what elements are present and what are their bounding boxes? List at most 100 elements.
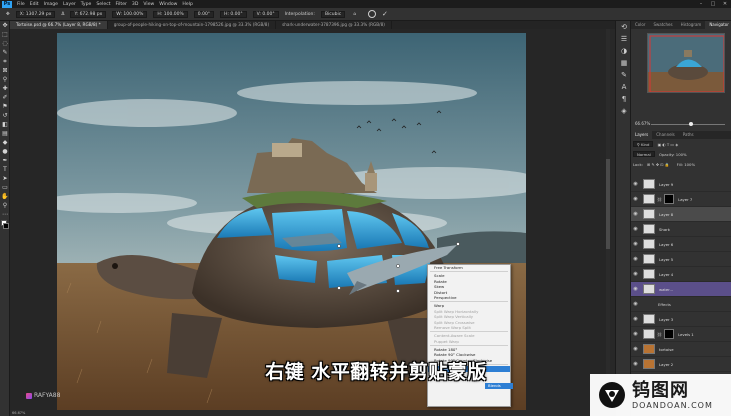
quick-select-tool-icon[interactable]: ✎ — [0, 48, 10, 57]
close-icon[interactable]: ✕ — [719, 0, 731, 8]
lock-icons[interactable]: ⊞ ✎ ✥ ⊡ 🔒 — [647, 162, 669, 167]
lasso-tool-icon[interactable]: ◌ — [0, 39, 10, 48]
skew-v-field[interactable]: V: 0.00° — [252, 10, 279, 18]
hand-tool-icon[interactable]: ✋ — [0, 192, 10, 201]
menu-3d[interactable]: 3D — [132, 2, 138, 7]
brush-settings-icon[interactable]: ✎ — [616, 69, 632, 81]
layer-row[interactable]: ◉ Layer 6 — [631, 237, 731, 252]
fill-field[interactable]: Fill: 100% — [677, 162, 695, 167]
type-tool-icon[interactable]: T — [0, 165, 10, 174]
opacity-field[interactable]: Opacity: 100% — [659, 152, 687, 157]
visibility-eye-icon[interactable]: ◉ — [631, 301, 640, 307]
menu-image[interactable]: Image — [44, 2, 58, 7]
layer-mask-thumbnail[interactable] — [664, 194, 675, 204]
layer-row[interactable]: ◉ Layer 5 — [631, 252, 731, 267]
layer-row[interactable]: ◉ ⛓ Levels 1 — [631, 327, 731, 342]
delta-toggle[interactable]: Δ — [61, 12, 64, 17]
rotate-field[interactable]: 0.00° — [193, 10, 215, 18]
visibility-eye-icon[interactable]: ◉ — [631, 331, 640, 337]
zoom-slider-track[interactable] — [651, 123, 725, 125]
layer-row[interactable]: ◉ Layer 8 — [631, 207, 731, 222]
visibility-eye-icon[interactable]: ◉ — [631, 256, 640, 262]
layer-row[interactable]: ◉ Layer 2 — [631, 357, 731, 372]
scrollbar-thumb[interactable] — [606, 159, 610, 249]
skew-h-field[interactable]: H: 0.00° — [220, 10, 247, 18]
layer-row[interactable]: ◉ Layer 3 — [631, 312, 731, 327]
filter-icons[interactable]: ▣ ◐ T ▭ ◈ — [658, 142, 679, 147]
frame-tool-icon[interactable]: ⊠ — [0, 66, 10, 75]
zoom-tool-icon[interactable]: ⚲ — [0, 201, 10, 210]
visibility-eye-icon[interactable]: ◉ — [631, 226, 640, 232]
glyphs-icon[interactable]: ◈ — [616, 105, 632, 117]
zoom-slider-knob[interactable] — [689, 121, 693, 126]
libraries-icon[interactable]: ▦ — [616, 57, 632, 69]
eyedropper-tool-icon[interactable]: ⚲ — [0, 75, 10, 84]
healing-tool-icon[interactable]: ✚ — [0, 84, 10, 93]
layer-row[interactable]: ◉ Layer 9 — [631, 177, 731, 192]
visibility-eye-icon[interactable]: ◉ — [631, 316, 640, 322]
dodge-tool-icon[interactable]: ● — [0, 147, 10, 156]
visibility-eye-icon[interactable]: ◉ — [631, 346, 640, 352]
interpolation-select[interactable]: Bicubic — [320, 10, 346, 18]
mask-link-icon[interactable]: ⛓ — [657, 197, 662, 202]
menu-view[interactable]: View — [143, 2, 154, 7]
menu-select[interactable]: Select — [96, 2, 110, 7]
y-field[interactable]: Y: 672.98 px — [70, 10, 107, 18]
color-swatches[interactable] — [0, 219, 9, 233]
menu-edit[interactable]: Edit — [30, 2, 39, 7]
blur-tool-icon[interactable]: ◆ — [0, 138, 10, 147]
x-field[interactable]: X: 1307.29 px — [15, 10, 56, 18]
history-icon[interactable]: ⟲ — [616, 21, 632, 33]
menu-help[interactable]: Help — [182, 2, 192, 7]
layer-row[interactable]: ◉ Shark — [631, 222, 731, 237]
layer-row[interactable]: ◉ Layer 4 — [631, 267, 731, 282]
context-menu-item[interactable]: Perspective — [428, 295, 510, 300]
tab-navigator[interactable]: Navigator — [705, 21, 731, 29]
visibility-eye-icon[interactable]: ◉ — [631, 196, 640, 202]
tab-channels[interactable]: Channels — [652, 131, 679, 139]
visibility-eye-icon[interactable]: ◉ — [631, 286, 640, 292]
adjustments-icon[interactable]: ◑ — [616, 45, 632, 57]
cancel-transform-icon[interactable] — [368, 10, 377, 18]
menu-window[interactable]: Window — [159, 2, 177, 7]
navigator-preview[interactable] — [647, 33, 725, 93]
layer-row[interactable]: ◉ ⛓ Layer 7 — [631, 192, 731, 207]
layer-row[interactable]: ◉ water... — [631, 282, 731, 297]
eraser-tool-icon[interactable]: ◧ — [0, 120, 10, 129]
menu-file[interactable]: File — [17, 2, 25, 7]
tab-histogram[interactable]: Histogram — [677, 21, 706, 29]
character-icon[interactable]: A — [616, 81, 632, 93]
pen-tool-icon[interactable]: ✒ — [0, 156, 10, 165]
brush-tool-icon[interactable]: ✐ — [0, 93, 10, 102]
more-tools-icon[interactable]: ⋯ — [0, 210, 10, 219]
visibility-eye-icon[interactable]: ◉ — [631, 361, 640, 367]
paragraph-icon[interactable]: ¶ — [616, 93, 632, 105]
properties-icon[interactable]: ☰ — [616, 33, 632, 45]
shape-tool-icon[interactable]: ▭ — [0, 183, 10, 192]
mask-link-icon[interactable]: ⛓ — [657, 332, 662, 337]
width-field[interactable]: W: 100.00% — [112, 10, 148, 18]
tab-paths[interactable]: Paths — [679, 131, 698, 139]
history-brush-icon[interactable]: ↺ — [0, 111, 10, 120]
marquee-tool-icon[interactable]: ⬚ — [0, 30, 10, 39]
path-select-icon[interactable]: ➤ — [0, 174, 10, 183]
minimize-icon[interactable]: – — [695, 0, 707, 8]
move-tool-icon[interactable]: ✥ — [6, 12, 10, 17]
visibility-eye-icon[interactable]: ◉ — [631, 211, 640, 217]
warp-toggle-icon[interactable]: ⌂ — [353, 12, 356, 17]
tab-shark[interactable]: shark-underwater-3787396.jpg @ 33.3% (RG… — [276, 21, 392, 29]
tab-color[interactable]: Color — [631, 21, 649, 29]
menu-layer[interactable]: Layer — [63, 2, 76, 7]
layer-row[interactable]: ◉ tortoise — [631, 342, 731, 357]
blend-mode-select[interactable]: Normal — [633, 151, 655, 157]
background-color[interactable] — [3, 223, 9, 229]
visibility-eye-icon[interactable]: ◉ — [631, 271, 640, 277]
layer-mask-thumbnail[interactable] — [664, 329, 675, 339]
height-field[interactable]: H: 100.00% — [153, 10, 188, 18]
commit-transform-icon[interactable]: ✓ — [382, 10, 388, 18]
visibility-eye-icon[interactable]: ◉ — [631, 241, 640, 247]
stamp-tool-icon[interactable]: ⚑ — [0, 102, 10, 111]
visibility-eye-icon[interactable]: ◉ — [631, 181, 640, 187]
crop-tool-icon[interactable]: ⌗ — [0, 57, 10, 66]
move-tool-icon[interactable]: ✥ — [0, 21, 10, 30]
